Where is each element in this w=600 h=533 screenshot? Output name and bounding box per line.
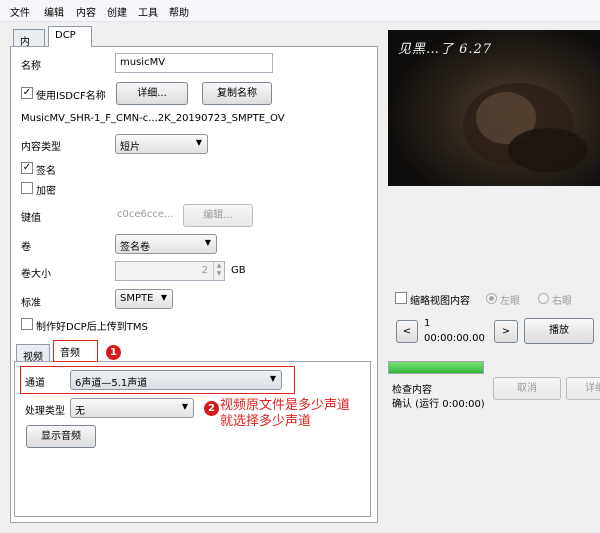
signed-checkbox[interactable]: ✓ bbox=[21, 162, 33, 174]
left-eye-label: 左眼 bbox=[500, 296, 520, 307]
menu-tools[interactable]: 工具 bbox=[138, 4, 158, 19]
menu-create[interactable]: 创建 bbox=[107, 4, 127, 19]
right-eye-radio[interactable] bbox=[538, 293, 549, 304]
upload-tms-checkbox[interactable] bbox=[21, 318, 33, 330]
dropdown-arrow-icon: ▼ bbox=[160, 293, 167, 302]
thumbnail-label: 缩略视图内容 bbox=[410, 296, 470, 307]
cancel-button[interactable]: 取消 bbox=[493, 377, 561, 400]
standard-value: SMPTE bbox=[120, 293, 154, 304]
copy-name-button[interactable]: 复制名称 bbox=[202, 82, 272, 105]
channel-value: 6声道—5.1声道 bbox=[75, 378, 148, 389]
left-eye-radio[interactable] bbox=[486, 293, 497, 304]
encrypted-label: 加密 bbox=[36, 186, 56, 197]
key-label: 键值 bbox=[21, 213, 41, 224]
prev-frame-button[interactable]: < bbox=[396, 320, 418, 343]
channel-select[interactable]: 6声道—5.1声道 ▼ bbox=[70, 370, 282, 390]
signed-label: 签名 bbox=[36, 166, 56, 177]
use-isdcf-label: 使用ISDCF名称 bbox=[36, 91, 106, 102]
standard-select[interactable]: SMPTE ▼ bbox=[115, 289, 173, 309]
dcp-full-name: MusicMV_SHR-1_F_CMN-c...2K_20190723_SMPT… bbox=[21, 113, 285, 124]
volume-select[interactable]: 签名卷 ▼ bbox=[115, 234, 217, 254]
next-frame-button[interactable]: > bbox=[494, 320, 518, 343]
dropdown-arrow-icon: ▼ bbox=[181, 402, 188, 411]
frame-number: 1 bbox=[424, 318, 431, 329]
menu-file[interactable]: 文件 bbox=[10, 4, 30, 19]
annotation-badge-1: 1 bbox=[106, 345, 121, 360]
show-audio-button[interactable]: 显示音频 bbox=[26, 425, 96, 448]
details-button-right[interactable]: 详细 bbox=[566, 377, 600, 400]
processor-label: 处理类型 bbox=[25, 406, 65, 417]
poster-title-text: 见黑…了 6.27 bbox=[398, 42, 493, 57]
dropdown-arrow-icon: ▼ bbox=[204, 238, 211, 247]
key-value: c0ce6cce... bbox=[117, 209, 174, 220]
volume-label: 卷 bbox=[21, 242, 31, 253]
encrypted-checkbox[interactable] bbox=[21, 182, 33, 194]
volume-size-spinbox[interactable]: 2 bbox=[115, 261, 225, 281]
processor-value: 无 bbox=[75, 406, 85, 417]
processor-select[interactable]: 无 ▼ bbox=[70, 398, 194, 418]
content-type-value: 短片 bbox=[120, 142, 140, 153]
volume-size-label: 卷大小 bbox=[21, 269, 51, 280]
upload-tms-label: 制作好DCP后上传到TMS bbox=[36, 322, 148, 333]
tab-dcp[interactable]: DCP bbox=[48, 26, 92, 47]
edit-key-button[interactable]: 编辑... bbox=[183, 204, 253, 227]
progress-fill bbox=[389, 362, 483, 373]
content-type-select[interactable]: 短片 ▼ bbox=[115, 134, 208, 154]
tab-video[interactable]: 视频 bbox=[16, 344, 50, 363]
tab-content[interactable]: 内容 bbox=[13, 29, 45, 63]
channel-label: 通道 bbox=[25, 378, 45, 389]
dropdown-arrow-icon: ▼ bbox=[269, 374, 276, 383]
play-button[interactable]: 播放 bbox=[524, 318, 594, 344]
menu-help[interactable]: 帮助 bbox=[169, 4, 189, 19]
menu-bar: 文件 编辑 内容 创建 工具 帮助 bbox=[0, 0, 600, 22]
right-eye-label: 右眼 bbox=[552, 296, 572, 307]
progress-bar bbox=[388, 361, 484, 374]
thumbnail-checkbox[interactable] bbox=[395, 292, 407, 304]
name-input[interactable]: musicMV bbox=[115, 53, 273, 73]
use-isdcf-checkbox[interactable]: ✓ bbox=[21, 87, 33, 99]
annotation-note-line2: 就选择多少声道 bbox=[220, 414, 312, 429]
timecode: 00:00:00.00 bbox=[424, 333, 485, 344]
tab-audio[interactable]: 音频 bbox=[53, 340, 98, 362]
name-label: 名称 bbox=[21, 61, 41, 72]
menu-content[interactable]: 内容 bbox=[76, 4, 96, 19]
video-preview: 见黑…了 6.27 bbox=[388, 30, 600, 186]
details-button[interactable]: 详细... bbox=[116, 82, 188, 105]
confirm-status: 确认 (运行 0:00:00) bbox=[392, 399, 485, 410]
content-type-label: 内容类型 bbox=[21, 142, 61, 153]
volume-size-unit: GB bbox=[231, 265, 246, 276]
annotation-badge-2: 2 bbox=[204, 401, 219, 416]
volume-value: 签名卷 bbox=[120, 242, 150, 253]
standard-label: 标准 bbox=[21, 298, 41, 309]
menu-edit[interactable]: 编辑 bbox=[44, 4, 64, 19]
dropdown-arrow-icon: ▼ bbox=[195, 138, 202, 147]
annotation-note-line1: 视频原文件是多少声道 bbox=[220, 398, 351, 413]
check-content-label: 检查内容 bbox=[392, 385, 432, 396]
spin-arrows-icon[interactable]: ▲ ▼ bbox=[213, 262, 224, 280]
